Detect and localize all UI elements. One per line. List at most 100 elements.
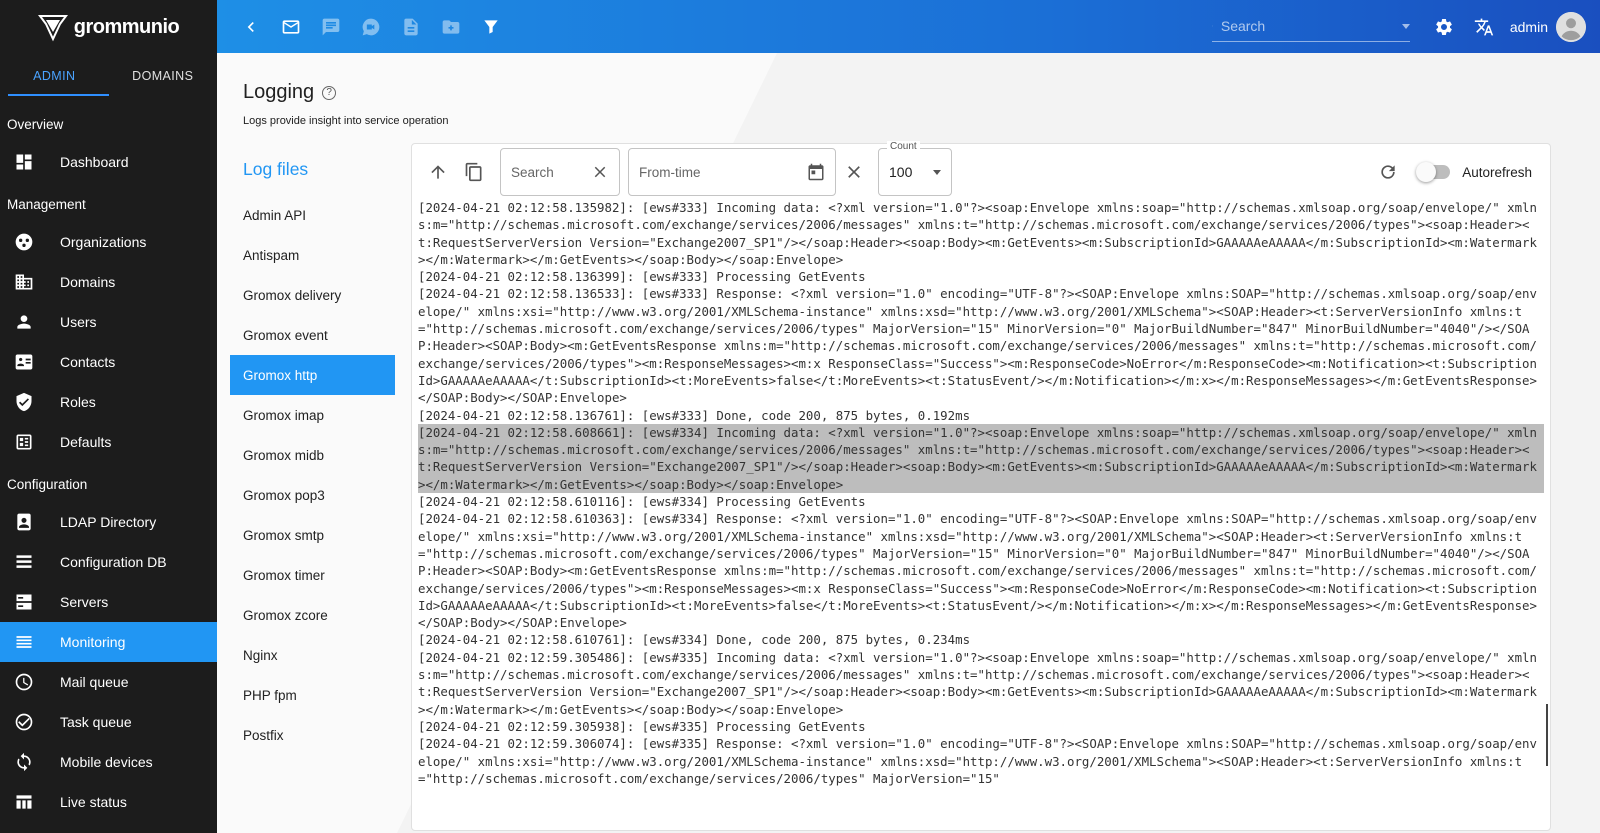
archive-button[interactable] — [431, 7, 471, 47]
sidebar-item-label: Configuration DB — [60, 554, 167, 570]
chat-button[interactable] — [311, 7, 351, 47]
sidebar-item-users[interactable]: Users — [0, 302, 217, 342]
refresh-button[interactable] — [1370, 154, 1406, 190]
log-file-item[interactable]: Antispam — [230, 235, 395, 275]
log-line[interactable]: [2024-04-21 02:12:58.610761]: [ews#334] … — [418, 631, 1544, 648]
scroll-top-button[interactable] — [420, 154, 456, 190]
log-search-input[interactable] — [511, 164, 591, 180]
log-line[interactable]: [2024-04-21 02:12:59.305938]: [ews#335] … — [418, 718, 1544, 735]
log-line[interactable]: [2024-04-21 02:12:59.305486]: [ews#335] … — [418, 649, 1544, 718]
filter-button[interactable] — [471, 7, 511, 47]
log-line[interactable]: [2024-04-21 02:12:59.306074]: [ews#335] … — [418, 735, 1544, 787]
log-file-item[interactable]: Gromox imap — [230, 395, 395, 435]
log-search-field[interactable] — [500, 148, 620, 196]
global-search-input[interactable] — [1220, 18, 1402, 34]
log-line[interactable]: [2024-04-21 02:12:58.608661]: [ews#334] … — [418, 423, 1544, 494]
log-scrollbar[interactable] — [1546, 704, 1548, 766]
sidebar-item-configdb[interactable]: Configuration DB — [0, 542, 217, 582]
section-management: Management — [7, 196, 86, 212]
from-time-field[interactable] — [628, 148, 836, 196]
log-line[interactable]: [2024-04-21 02:12:58.135982]: [ews#333] … — [418, 199, 1544, 268]
sidebar-item-livestatus[interactable]: Live status — [0, 782, 217, 822]
log-file-item[interactable]: Gromox pop3 — [230, 475, 395, 515]
settings-button[interactable] — [1424, 7, 1464, 47]
log-line[interactable]: [2024-04-21 02:12:58.610116]: [ews#334] … — [418, 493, 1544, 510]
sidebar-item-contacts[interactable]: Contacts — [0, 342, 217, 382]
brand-logo[interactable]: grommunio — [0, 0, 217, 54]
brand-name: grommunio — [73, 15, 180, 38]
sidebar-item-domains[interactable]: Domains — [0, 262, 217, 302]
domains-icon — [14, 272, 34, 292]
refresh-icon — [1381, 165, 1395, 179]
sidebar: grommunio ADMIN DOMAINS Overview Dashboa… — [0, 0, 217, 833]
sidebar-item-servers[interactable]: Servers — [0, 582, 217, 622]
sidebar-item-ldap[interactable]: LDAP Directory — [0, 502, 217, 542]
log-output[interactable]: [2024-04-21 02:12:58.135982]: [ews#333] … — [418, 199, 1544, 830]
sidebar-item-label: Task queue — [60, 714, 132, 730]
sidebar-item-organizations[interactable]: Organizations — [0, 222, 217, 262]
translate-icon — [1474, 18, 1494, 35]
clear-time-button[interactable] — [836, 154, 872, 190]
sync-icon — [14, 752, 34, 772]
meet-button[interactable] — [351, 7, 391, 47]
copy-button[interactable] — [456, 154, 492, 190]
archive-icon — [442, 19, 460, 34]
log-file-item[interactable]: Nginx — [230, 635, 395, 675]
close-icon — [848, 166, 860, 178]
tab-admin[interactable]: ADMIN — [0, 56, 109, 96]
log-file-item[interactable]: Gromox event — [230, 315, 395, 355]
sidebar-item-label: Users — [60, 314, 97, 330]
sidebar-item-taskqueue[interactable]: Task queue — [0, 702, 217, 742]
sidebar-item-label: Dashboard — [60, 154, 129, 170]
sidebar-item-mailqueue[interactable]: Mail queue — [0, 662, 217, 702]
sidebar-item-label: Servers — [60, 594, 109, 610]
section-overview: Overview — [7, 116, 64, 132]
global-search[interactable] — [1211, 12, 1410, 42]
tab-domains[interactable]: DOMAINS — [109, 56, 218, 96]
log-line[interactable]: [2024-04-21 02:12:58.610363]: [ews#334] … — [418, 510, 1544, 631]
log-line[interactable]: [2024-04-21 02:12:58.136533]: [ews#333] … — [418, 285, 1544, 406]
sidebar-item-label: LDAP Directory — [60, 514, 157, 530]
mail-button[interactable] — [271, 7, 311, 47]
log-file-item[interactable]: Postfix — [230, 715, 395, 755]
log-file-item[interactable]: Gromox midb — [230, 435, 395, 475]
log-file-item[interactable]: Gromox http — [230, 355, 395, 395]
account-circle-icon — [1556, 11, 1586, 42]
dashboard-icon — [14, 152, 34, 172]
count-select[interactable]: Count 100 — [878, 141, 952, 196]
language-button[interactable] — [1464, 7, 1504, 47]
copy-icon — [465, 162, 482, 182]
clear-icon[interactable] — [591, 163, 609, 181]
log-file-item[interactable]: Gromox zcore — [230, 595, 395, 635]
sidebar-item-label: Domains — [60, 274, 116, 290]
log-line[interactable]: [2024-04-21 02:12:58.136399]: [ews#333] … — [418, 268, 1544, 285]
autorefresh-toggle[interactable] — [1416, 162, 1451, 182]
topbar: admin — [217, 0, 1600, 53]
shield-check-icon — [14, 392, 34, 412]
back-button[interactable] — [231, 7, 271, 47]
avatar[interactable] — [1556, 11, 1586, 42]
log-files-list: Log files Admin API Antispam Gromox delive… — [230, 153, 395, 755]
sidebar-item-monitoring[interactable]: Monitoring — [0, 622, 217, 662]
user-name[interactable]: admin — [1510, 19, 1548, 35]
sidebar-item-mobile[interactable]: Mobile devices — [0, 742, 217, 782]
contacts-icon — [14, 352, 34, 372]
chevron-down-icon[interactable] — [1401, 23, 1410, 29]
log-file-item[interactable]: PHP fpm — [230, 675, 395, 715]
sidebar-item-defaults[interactable]: Defaults — [0, 422, 217, 462]
sidebar-tabs: ADMIN DOMAINS — [0, 56, 217, 96]
log-line[interactable]: [2024-04-21 02:12:58.136761]: [ews#333] … — [418, 407, 1544, 424]
sidebar-item-roles[interactable]: Roles — [0, 382, 217, 422]
sidebar-item-label: Mobile devices — [60, 754, 153, 770]
log-file-item[interactable]: Gromox timer — [230, 555, 395, 595]
log-file-item[interactable]: Admin API — [230, 195, 395, 235]
files-button[interactable] — [391, 7, 431, 47]
log-file-item[interactable]: Gromox smtp — [230, 515, 395, 555]
calendar-icon[interactable] — [807, 163, 825, 181]
log-file-item[interactable]: Gromox delivery — [230, 275, 395, 315]
from-time-input[interactable] — [639, 164, 807, 180]
help-icon[interactable]: ? — [322, 85, 337, 100]
sidebar-item-dashboard[interactable]: Dashboard — [0, 142, 217, 182]
sidebar-item-label: Organizations — [60, 234, 147, 250]
chevron-left-icon — [247, 21, 254, 32]
